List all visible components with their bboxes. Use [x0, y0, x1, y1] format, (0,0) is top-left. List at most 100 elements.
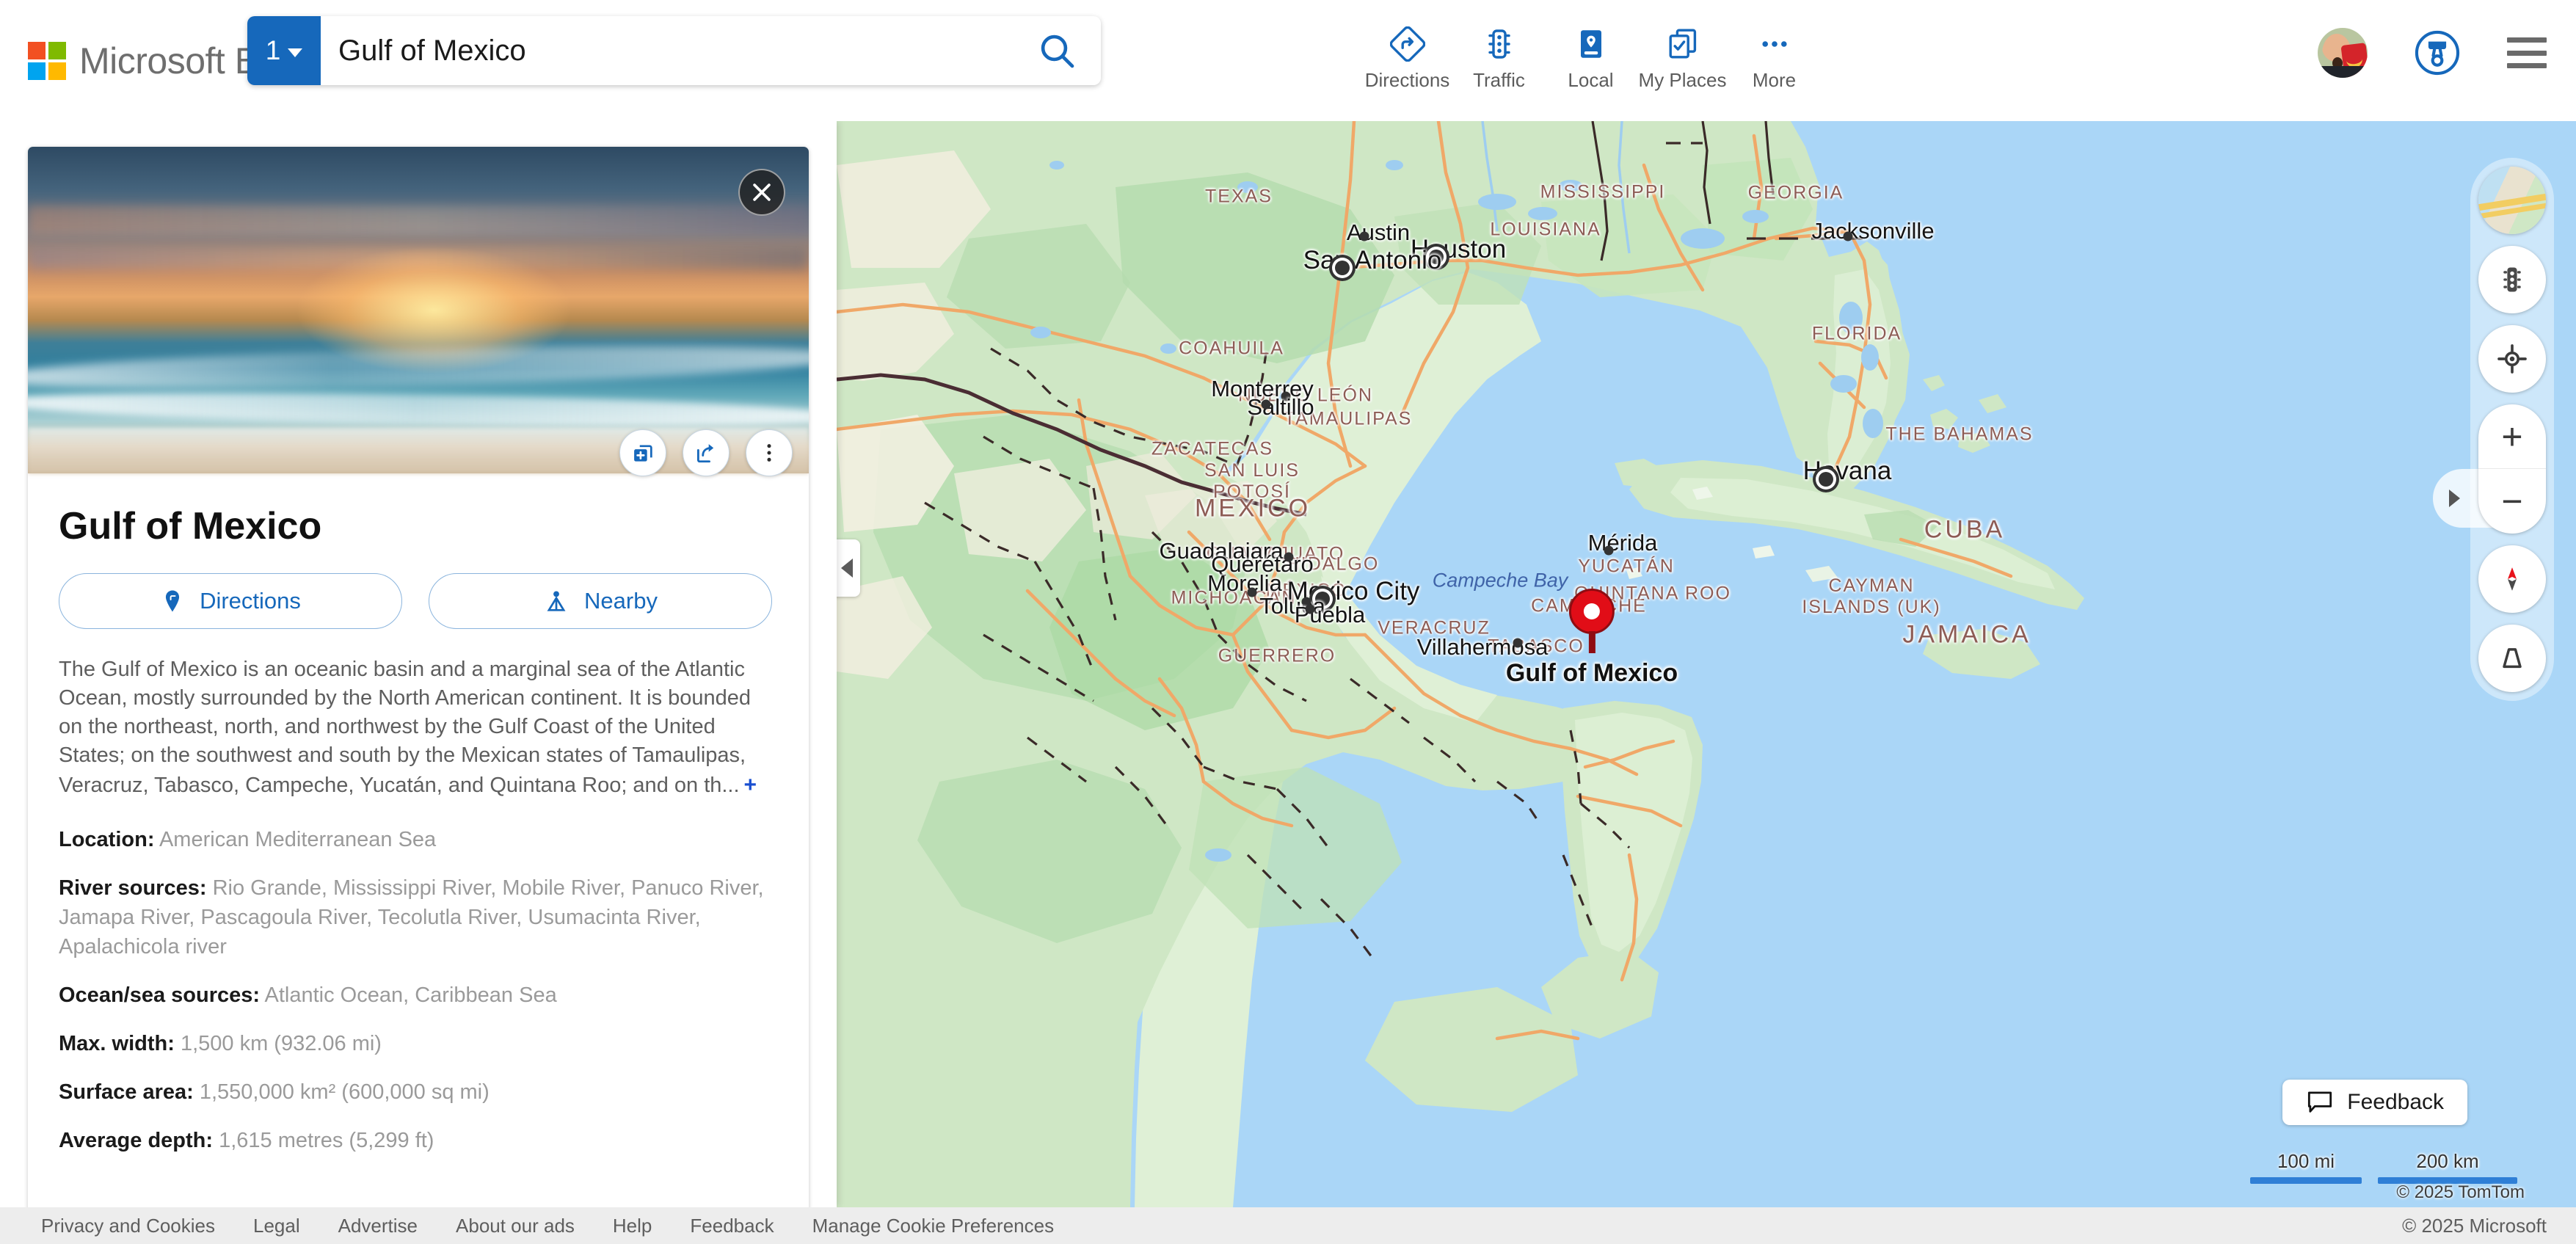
microsoft-logo-icon	[28, 41, 66, 80]
fact-row: Ocean/sea sources: Atlantic Ocean, Carib…	[59, 981, 778, 1010]
map-traffic-button[interactable]	[2478, 246, 2546, 313]
place-description: The Gulf of Mexico is an oceanic basin a…	[59, 655, 778, 800]
nav-item-traffic[interactable]: Traffic	[1453, 16, 1545, 92]
nearby-icon	[547, 591, 566, 611]
map-water-features	[1030, 121, 1883, 862]
search-index-value: 1	[265, 35, 281, 65]
map-city-dot	[1359, 231, 1369, 241]
map-city-dot	[1284, 552, 1294, 562]
footer-link[interactable]: About our ads	[437, 1215, 594, 1237]
pin-head-icon	[1568, 589, 1615, 634]
search-button[interactable]	[1013, 16, 1101, 85]
fact-row: River sources: Rio Grande, Mississippi R…	[59, 873, 778, 961]
map-city-dot	[1261, 399, 1271, 410]
fact-value: 1,500 km (932.06 mi)	[180, 1032, 382, 1056]
map-city-dot	[1429, 250, 1444, 264]
search-icon	[1041, 34, 1074, 68]
nav-item-directions[interactable]: Directions	[1361, 16, 1453, 92]
locate-me-button[interactable]	[2433, 325, 2546, 528]
app-header: Microsoft Bing 1 Directions	[0, 0, 2576, 121]
map-canvas[interactable]: TEXAS LOUISIANA MISSISSIPPI GEORGIA FLORIDA T…	[837, 121, 2576, 1207]
footer-link[interactable]: Help	[594, 1215, 671, 1237]
add-to-collection-button[interactable]	[619, 429, 666, 476]
collapse-panel-button[interactable]	[837, 539, 860, 597]
map-city-dot	[1335, 261, 1350, 275]
nav-item-label: My Places	[1638, 69, 1727, 91]
expand-controls-icon	[2449, 490, 2460, 507]
search-index-dropdown[interactable]: 1	[247, 16, 321, 85]
nearby-button-label: Nearby	[584, 588, 658, 614]
fact-value: American Mediterranean Sea	[159, 828, 437, 852]
scale-kilometers-label: 200 km	[2416, 1150, 2479, 1172]
place-info-panel: Gulf of Mexico Directions Nearby The Gul…	[0, 121, 837, 1207]
map-city-dot	[1281, 391, 1291, 401]
hero-image	[28, 147, 809, 473]
header-right-actions	[2318, 28, 2547, 78]
nearby-button[interactable]: Nearby	[429, 573, 772, 629]
map-scale-bar: 100 mi 200 km	[2250, 1150, 2517, 1184]
footer-link[interactable]: Manage Cookie Preferences	[793, 1215, 1074, 1237]
expand-description-button[interactable]: +	[740, 773, 757, 797]
nav-item-my-places[interactable]: My Places	[1637, 16, 1728, 92]
directions-icon	[1389, 25, 1425, 63]
directions-pin-icon	[166, 590, 180, 612]
scale-miles-label: 100 mi	[2277, 1150, 2335, 1172]
footer-links: Privacy and Cookies Legal Advertise About o…	[22, 1215, 1073, 1237]
avatar[interactable]	[2318, 28, 2368, 78]
map-city-dot	[1315, 592, 1330, 606]
directions-button[interactable]: Directions	[59, 573, 402, 629]
place-description-text: The Gulf of Mexico is an oceanic basin a…	[59, 658, 752, 797]
zoom-out-button[interactable]: −	[2478, 469, 2546, 534]
footer-link[interactable]: Advertise	[319, 1215, 437, 1237]
more-ellipsis-icon	[1757, 25, 1792, 63]
footer-link[interactable]: Legal	[234, 1215, 319, 1237]
nav-item-local[interactable]: Local	[1545, 16, 1637, 92]
fact-label: Max. width:	[59, 1032, 175, 1056]
fact-label: Average depth:	[59, 1129, 214, 1153]
my-places-checklist-icon	[1665, 25, 1700, 63]
map-city-dot	[1305, 604, 1315, 614]
share-button[interactable]	[683, 429, 729, 476]
nav-item-label: More	[1752, 69, 1797, 91]
close-panel-button[interactable]	[738, 169, 785, 216]
collapse-panel-icon	[841, 559, 853, 578]
fact-label: Ocean/sea sources:	[59, 983, 261, 1008]
search-bar: 1	[247, 16, 1101, 85]
fact-row: Location: American Mediterranean Sea	[59, 825, 778, 854]
place-facts-list: Location: American Mediterranean Sea Riv…	[59, 825, 778, 1155]
place-primary-actions: Directions Nearby	[59, 573, 809, 629]
map-style-button[interactable]	[2478, 167, 2546, 234]
footer-copyright: © 2025 Microsoft	[2402, 1214, 2547, 1237]
share-icon	[696, 444, 714, 463]
compass-button[interactable]	[2478, 545, 2546, 613]
map-city-dot	[1247, 587, 1257, 597]
more-options-icon	[767, 444, 771, 462]
local-book-pin-icon	[1573, 25, 1609, 63]
map-controls: + −	[2433, 158, 2554, 701]
zoom-in-button[interactable]: +	[2478, 404, 2546, 469]
tilt-3d-button[interactable]	[2478, 625, 2546, 692]
fact-value: 1,550,000 km² (600,000 sq mi)	[199, 1080, 490, 1105]
footer-link[interactable]: Feedback	[671, 1215, 793, 1237]
footer-link[interactable]: Privacy and Cookies	[22, 1215, 234, 1237]
close-icon	[753, 183, 771, 201]
rewards-medal-icon[interactable]	[2413, 29, 2462, 77]
search-input[interactable]	[321, 16, 1013, 85]
fact-row: Max. width: 1,500 km (932.06 mi)	[59, 1029, 778, 1058]
place-info-card: Gulf of Mexico Directions Nearby The Gul…	[28, 147, 809, 1207]
map-poi-pin-label: Gulf of Mexico	[1505, 659, 1678, 687]
fact-row: Surface area: 1,550,000 km² (600,000 sq …	[59, 1077, 778, 1107]
map-feedback-button[interactable]: Feedback	[2282, 1080, 2467, 1125]
locate-me-icon	[2497, 344, 2527, 374]
nav-item-more[interactable]: More	[1728, 16, 1820, 92]
scale-miles: 100 mi	[2250, 1150, 2362, 1184]
tilt-3d-icon	[2503, 648, 2522, 669]
pin-stem	[1588, 631, 1596, 653]
place-action-buttons	[619, 429, 793, 476]
map-attribution: © 2025 TomTom	[2396, 1182, 2525, 1202]
header-nav: Directions Traffic Local My Places More	[1361, 16, 1820, 92]
map-poi-pin[interactable]: Gulf of Mexico	[1506, 589, 1678, 688]
hamburger-menu-icon[interactable]	[2507, 37, 2547, 68]
compass-icon	[2508, 567, 2517, 591]
more-options-button[interactable]	[746, 429, 793, 476]
